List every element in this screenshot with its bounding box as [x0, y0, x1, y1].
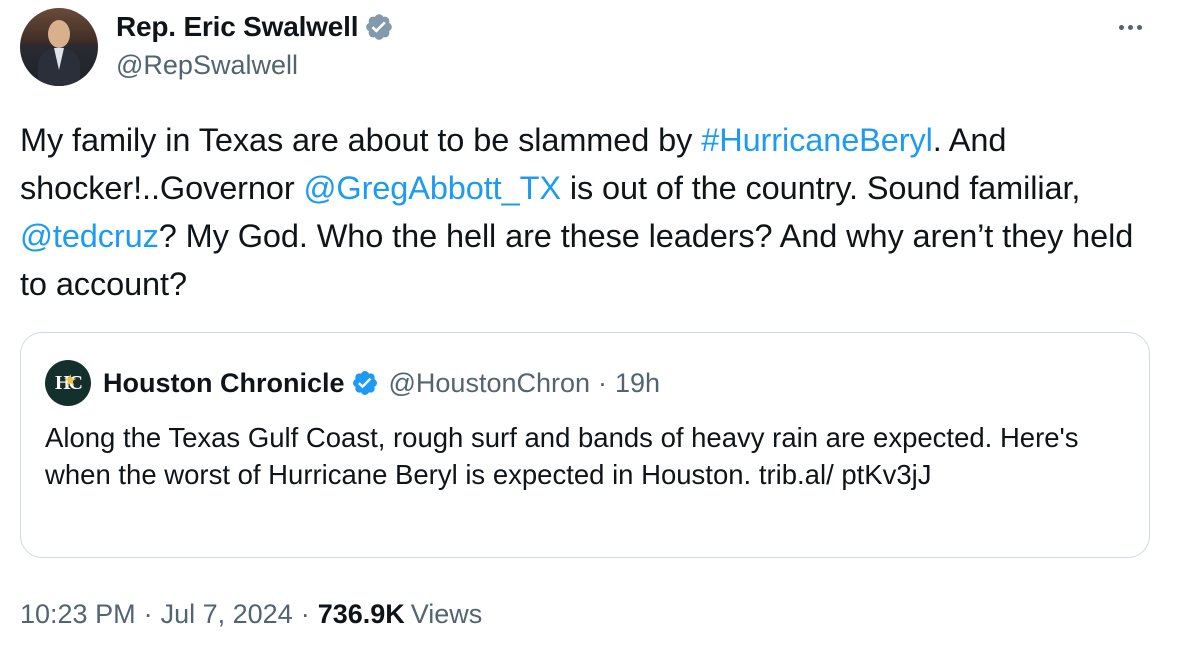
avatar-head [48, 20, 70, 48]
more-dot [1136, 24, 1142, 30]
tweet-card: Rep. Eric Swalwell @RepSwalwell My famil… [0, 0, 1180, 654]
views-count[interactable]: 736.9K [318, 599, 405, 630]
tweet-text: My family in Texas are about to be slamm… [20, 116, 1140, 308]
quoted-author-name[interactable]: Houston Chronicle [103, 368, 345, 399]
tweet-text-segment: is out of the country. Sound familiar, [560, 170, 1081, 206]
author-name-row: Rep. Eric Swalwell [116, 10, 394, 44]
more-options-icon[interactable] [1108, 10, 1152, 44]
quoted-tweet-header: HC ★ Houston Chronicle @HoustonChron · 1… [45, 360, 660, 406]
more-dot [1118, 24, 1124, 30]
author-avatar[interactable] [20, 8, 98, 86]
more-dot [1127, 24, 1133, 30]
author-handle[interactable]: @RepSwalwell [116, 50, 298, 81]
mention-link[interactable]: @tedcruz [20, 218, 159, 254]
mention-link[interactable]: @GregAbbott_TX [304, 170, 562, 206]
quoted-tweet[interactable]: HC ★ Houston Chronicle @HoustonChron · 1… [20, 332, 1150, 558]
verified-badge-icon [366, 14, 393, 40]
tweet-time[interactable]: 10:23 PM [20, 599, 136, 630]
separator-dot: · [143, 598, 153, 629]
quoted-author-handle[interactable]: @HoustonChron [389, 368, 591, 399]
separator-dot: · [598, 367, 608, 398]
quoted-timestamp[interactable]: 19h [615, 368, 660, 399]
author-display-name[interactable]: Rep. Eric Swalwell [116, 11, 358, 43]
star-icon: ★ [64, 374, 76, 389]
tweet-text-segment: My family in Texas are about to be slamm… [20, 122, 702, 158]
views-label: Views [410, 598, 483, 629]
tweet-meta: 10:23 PM · Jul 7, 2024 · 736.9K Views [20, 596, 482, 632]
houston-chronicle-logo-icon: HC ★ [45, 360, 91, 406]
hashtag-link[interactable]: #HurricaneBeryl [701, 122, 933, 158]
quoted-tweet-text: Along the Texas Gulf Coast, rough surf a… [45, 422, 1079, 490]
separator-dot: · [300, 598, 310, 629]
tweet-date[interactable]: Jul 7, 2024 [161, 599, 293, 630]
tweet-text-segment: ? My God. Who the hell are these leaders… [20, 218, 1134, 302]
verified-badge-icon [352, 371, 377, 395]
